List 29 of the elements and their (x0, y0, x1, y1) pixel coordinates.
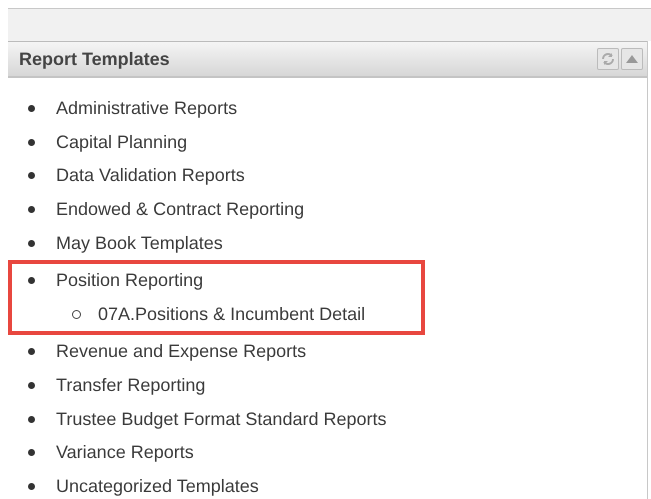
bullet-icon (28, 482, 35, 490)
bullet-icon (28, 172, 35, 180)
refresh-button[interactable] (597, 48, 619, 70)
bullet-icon (28, 348, 35, 356)
bullet-icon (28, 138, 35, 146)
template-category-link[interactable]: Endowed & Contract Reporting (56, 199, 304, 220)
template-category-link[interactable]: Position Reporting (56, 270, 204, 292)
template-category-link[interactable]: Administrative Reports (56, 98, 238, 120)
template-category-link[interactable]: Transfer Reporting (56, 375, 206, 396)
template-category-link[interactable]: Trustee Budget Format Standard Reports (56, 408, 386, 430)
bullet-icon (28, 382, 35, 390)
bullet-icon (28, 277, 35, 284)
template-link[interactable]: 07A.Positions & Incumbent Detail (98, 304, 366, 325)
bullet-icon (28, 240, 35, 247)
template-category-link[interactable]: Capital Planning (56, 132, 188, 153)
template-category-link[interactable]: Variance Reports (56, 442, 194, 464)
triangle-up-icon (625, 54, 639, 64)
bullet-icon (28, 105, 35, 112)
template-category-link[interactable]: Revenue and Expense Reports (56, 341, 306, 362)
panel-title: Report Templates (19, 48, 170, 70)
bullet-icon (28, 206, 35, 214)
refresh-icon (600, 51, 616, 67)
bullet-icon (28, 416, 35, 423)
template-category-link[interactable]: Uncategorized Templates (56, 476, 259, 497)
bullet-icon (28, 449, 35, 456)
template-category-link[interactable]: May Book Templates (56, 232, 223, 254)
template-category-link[interactable]: Data Validation Reports (56, 165, 245, 186)
collapse-button[interactable] (621, 48, 643, 70)
circle-bullet-icon (72, 310, 81, 319)
